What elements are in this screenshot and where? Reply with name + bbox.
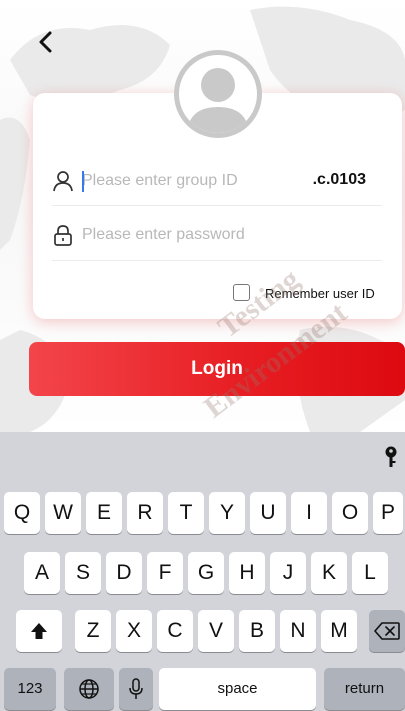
- back-button[interactable]: [30, 26, 62, 58]
- key-j[interactable]: J: [270, 552, 306, 594]
- password-row: [52, 214, 382, 256]
- key-n[interactable]: N: [280, 610, 316, 652]
- key-h[interactable]: H: [229, 552, 265, 594]
- text-caret: [82, 171, 84, 192]
- microphone-key[interactable]: [119, 668, 153, 710]
- login-button[interactable]: Login: [29, 342, 405, 396]
- remember-user-id-label: Remember user ID: [265, 286, 375, 301]
- key-c[interactable]: C: [157, 610, 193, 652]
- key-p[interactable]: P: [373, 492, 403, 534]
- group-id-input[interactable]: [82, 168, 292, 194]
- key-x[interactable]: X: [116, 610, 152, 652]
- shift-icon: [31, 623, 47, 639]
- lock-icon: [54, 225, 72, 246]
- backspace-icon: [374, 622, 400, 640]
- key-s[interactable]: S: [65, 552, 101, 594]
- space-key[interactable]: space: [159, 668, 316, 710]
- key-u[interactable]: U: [250, 492, 286, 534]
- key-z[interactable]: Z: [75, 610, 111, 652]
- key-r[interactable]: R: [127, 492, 163, 534]
- key-t[interactable]: T: [168, 492, 204, 534]
- return-key[interactable]: return: [324, 668, 405, 710]
- key-w[interactable]: W: [45, 492, 81, 534]
- group-id-row: .c.0103: [52, 160, 382, 202]
- key-icon[interactable]: [382, 446, 400, 468]
- key-o[interactable]: O: [332, 492, 368, 534]
- key-b[interactable]: B: [239, 610, 275, 652]
- key-l[interactable]: L: [352, 552, 388, 594]
- globe-icon: [79, 679, 99, 699]
- divider: [52, 205, 382, 206]
- checkbox-box[interactable]: [233, 284, 250, 301]
- login-screen: .c.0103 Remember user ID Login Testing E…: [0, 0, 405, 432]
- key-k[interactable]: K: [311, 552, 347, 594]
- backspace-key[interactable]: [369, 610, 405, 652]
- microphone-icon: [129, 678, 143, 699]
- user-icon: [53, 171, 73, 192]
- key-y[interactable]: Y: [209, 492, 245, 534]
- key-v[interactable]: V: [198, 610, 234, 652]
- key-i[interactable]: I: [291, 492, 327, 534]
- key-m[interactable]: M: [321, 610, 357, 652]
- password-input[interactable]: [82, 222, 372, 248]
- numbers-key[interactable]: 123: [4, 668, 56, 710]
- key-d[interactable]: D: [106, 552, 142, 594]
- key-e[interactable]: E: [86, 492, 122, 534]
- on-screen-keyboard: Q W E R T Y U I O P A S D F G H J K L Z …: [0, 432, 405, 711]
- globe-key[interactable]: [64, 668, 114, 710]
- divider: [52, 260, 382, 261]
- shift-key[interactable]: [16, 610, 62, 652]
- group-id-suffix: .c.0103: [312, 171, 366, 188]
- keyboard-toolbar: [0, 432, 405, 480]
- key-f[interactable]: F: [147, 552, 183, 594]
- key-a[interactable]: A: [24, 552, 60, 594]
- key-q[interactable]: Q: [4, 492, 40, 534]
- chevron-left-icon: [39, 31, 52, 53]
- key-g[interactable]: G: [188, 552, 224, 594]
- user-avatar-icon: [174, 50, 262, 138]
